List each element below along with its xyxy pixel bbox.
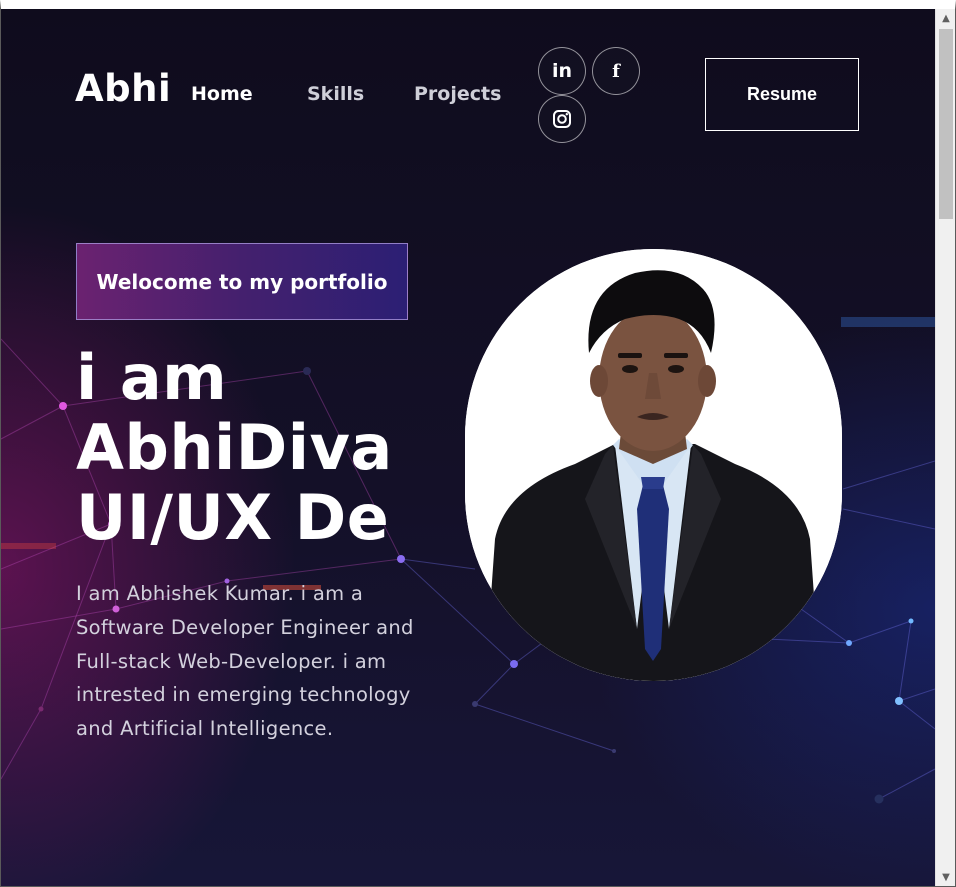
instagram-icon [553, 110, 571, 128]
facebook-icon: f [612, 60, 620, 82]
profile-portrait-illustration [465, 249, 842, 681]
site-logo[interactable]: Abhi [75, 67, 171, 110]
scroll-up-arrow-icon[interactable]: ▲ [936, 9, 955, 27]
scroll-down-arrow-icon[interactable]: ▼ [936, 868, 955, 886]
nav-link-projects[interactable]: Projects [414, 83, 501, 105]
instagram-button[interactable] [538, 95, 586, 143]
hero-headline: i am AbhiDiva UI/UX De [76, 343, 456, 553]
browser-window: Abhi Home Skills Projects in f Resume We… [0, 0, 956, 887]
welcome-badge: Welocome to my portfolio [76, 243, 408, 320]
hero-bio: I am Abhishek Kumar. i am a Software Dev… [76, 582, 414, 741]
linkedin-icon: in [551, 60, 573, 82]
page-viewport: Abhi Home Skills Projects in f Resume We… [1, 9, 935, 886]
scrollbar-thumb[interactable] [939, 29, 953, 219]
profile-photo [465, 249, 842, 681]
headline-line-1: i am [76, 343, 228, 414]
vertical-scrollbar[interactable]: ▲ ▼ [935, 9, 955, 886]
nav-link-skills[interactable]: Skills [307, 83, 364, 105]
facebook-button[interactable]: f [592, 47, 640, 95]
headline-line-3: UI/UX De [76, 481, 390, 553]
linkedin-button[interactable]: in [538, 47, 586, 95]
resume-button[interactable]: Resume [705, 58, 859, 131]
nav-link-home[interactable]: Home [191, 83, 253, 105]
headline-line-2: AbhiDiva [76, 411, 393, 484]
